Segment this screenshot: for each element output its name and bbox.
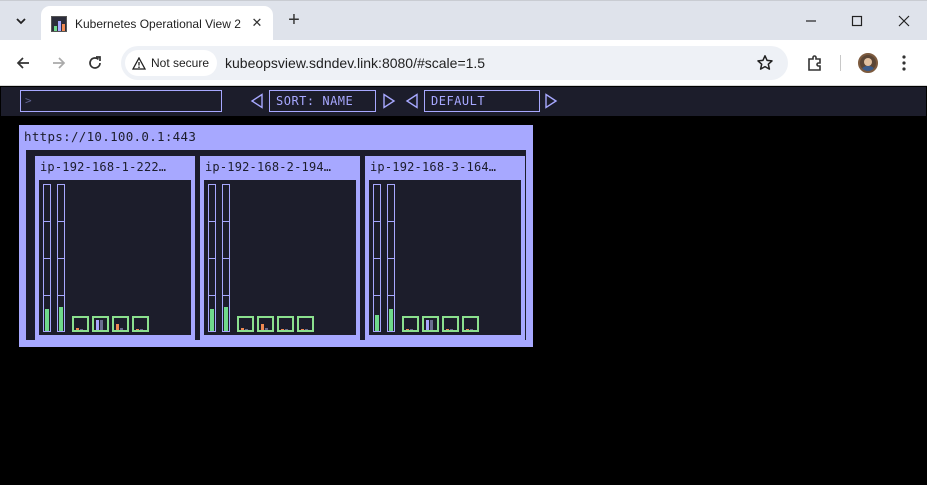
kube-ops-view: SORT: NAME DEFAULT https://10.100.0.1:44… <box>1 87 926 484</box>
cpu-gauge <box>373 184 381 332</box>
theme-selector[interactable]: DEFAULT <box>424 90 540 112</box>
tab-close-icon[interactable]: ✕ <box>249 15 265 31</box>
kube-ops-view-favicon-icon <box>51 15 67 32</box>
cluster-panel: https://10.100.0.1:443 ip-192-168-1-222… <box>19 125 533 347</box>
pod[interactable] <box>402 316 419 332</box>
memory-gauge <box>222 184 230 332</box>
node-card[interactable]: ip-192-168-2-194… <box>200 156 360 340</box>
close-icon <box>898 15 910 27</box>
minimize-icon <box>806 20 816 22</box>
browser-menu-button[interactable] <box>892 51 916 75</box>
sort-next-icon[interactable] <box>382 93 396 109</box>
node-name: ip-192-168-2-194… <box>205 160 332 174</box>
theme-next-icon[interactable] <box>544 93 558 109</box>
profile-button[interactable] <box>856 51 880 75</box>
sort-prev-icon[interactable] <box>250 93 264 109</box>
node-body <box>368 179 522 336</box>
forward-button[interactable] <box>46 50 72 76</box>
star-icon <box>757 55 773 70</box>
warning-icon <box>132 56 146 70</box>
pod[interactable] <box>462 316 479 332</box>
pod[interactable] <box>72 316 89 332</box>
tab-title: Kubernetes Operational View 2 <box>75 16 241 31</box>
pod[interactable] <box>277 316 294 332</box>
node-name: ip-192-168-1-222… <box>40 160 167 174</box>
minimize-button[interactable] <box>796 7 826 35</box>
url-text[interactable]: kubeopsview.sdndev.link:8080/#scale=1.5 <box>225 55 485 71</box>
node-name: ip-192-168-3-164… <box>370 160 497 174</box>
kube-ops-toolbar: SORT: NAME DEFAULT <box>1 87 926 116</box>
pod[interactable] <box>442 316 459 332</box>
arrow-left-icon <box>16 57 29 69</box>
pod[interactable] <box>422 316 439 332</box>
browser-tab-strip: Kubernetes Operational View 2 ✕ + <box>0 0 927 41</box>
node-body <box>38 179 192 336</box>
memory-gauge <box>387 184 395 332</box>
toolbar-divider <box>840 55 841 71</box>
new-tab-button[interactable]: + <box>283 10 305 32</box>
browser-tab[interactable]: Kubernetes Operational View 2 ✕ <box>41 6 273 41</box>
site-info-chip[interactable]: Not secure <box>125 50 218 76</box>
node-card[interactable]: ip-192-168-1-222… <box>35 156 195 340</box>
bookmark-button[interactable] <box>754 52 776 74</box>
node-body <box>203 179 357 336</box>
tab-search-button[interactable] <box>10 10 32 32</box>
node-card[interactable]: ip-192-168-3-164… <box>365 156 525 340</box>
cluster-title: https://10.100.0.1:443 <box>24 129 197 144</box>
close-window-button[interactable] <box>889 7 919 35</box>
cluster-nodes-area: ip-192-168-1-222… ip-192-168-2-194… ip-1… <box>26 150 526 340</box>
more-vertical-icon <box>902 55 906 71</box>
address-bar[interactable]: Not secure kubeopsview.sdndev.link:8080/… <box>121 46 788 80</box>
security-label: Not secure <box>151 56 210 70</box>
pod[interactable] <box>237 316 254 332</box>
extensions-button[interactable] <box>803 51 827 75</box>
pod[interactable] <box>257 316 274 332</box>
cpu-gauge <box>208 184 216 332</box>
filter-input[interactable] <box>20 90 222 112</box>
cpu-gauge <box>43 184 51 332</box>
maximize-icon <box>851 15 863 27</box>
reload-icon <box>89 56 101 69</box>
pod[interactable] <box>92 316 109 332</box>
avatar <box>858 53 878 73</box>
browser-toolbar: Not secure kubeopsview.sdndev.link:8080/… <box>0 40 927 86</box>
pod[interactable] <box>112 316 129 332</box>
maximize-button[interactable] <box>842 7 872 35</box>
sort-selector[interactable]: SORT: NAME <box>269 90 376 112</box>
puzzle-icon <box>808 55 821 71</box>
memory-gauge <box>57 184 65 332</box>
back-button[interactable] <box>10 50 36 76</box>
pod[interactable] <box>132 316 149 332</box>
reload-button[interactable] <box>82 50 108 76</box>
theme-prev-icon[interactable] <box>405 93 419 109</box>
pod[interactable] <box>297 316 314 332</box>
arrow-right-icon <box>53 57 66 69</box>
chevron-down-icon <box>16 18 26 25</box>
